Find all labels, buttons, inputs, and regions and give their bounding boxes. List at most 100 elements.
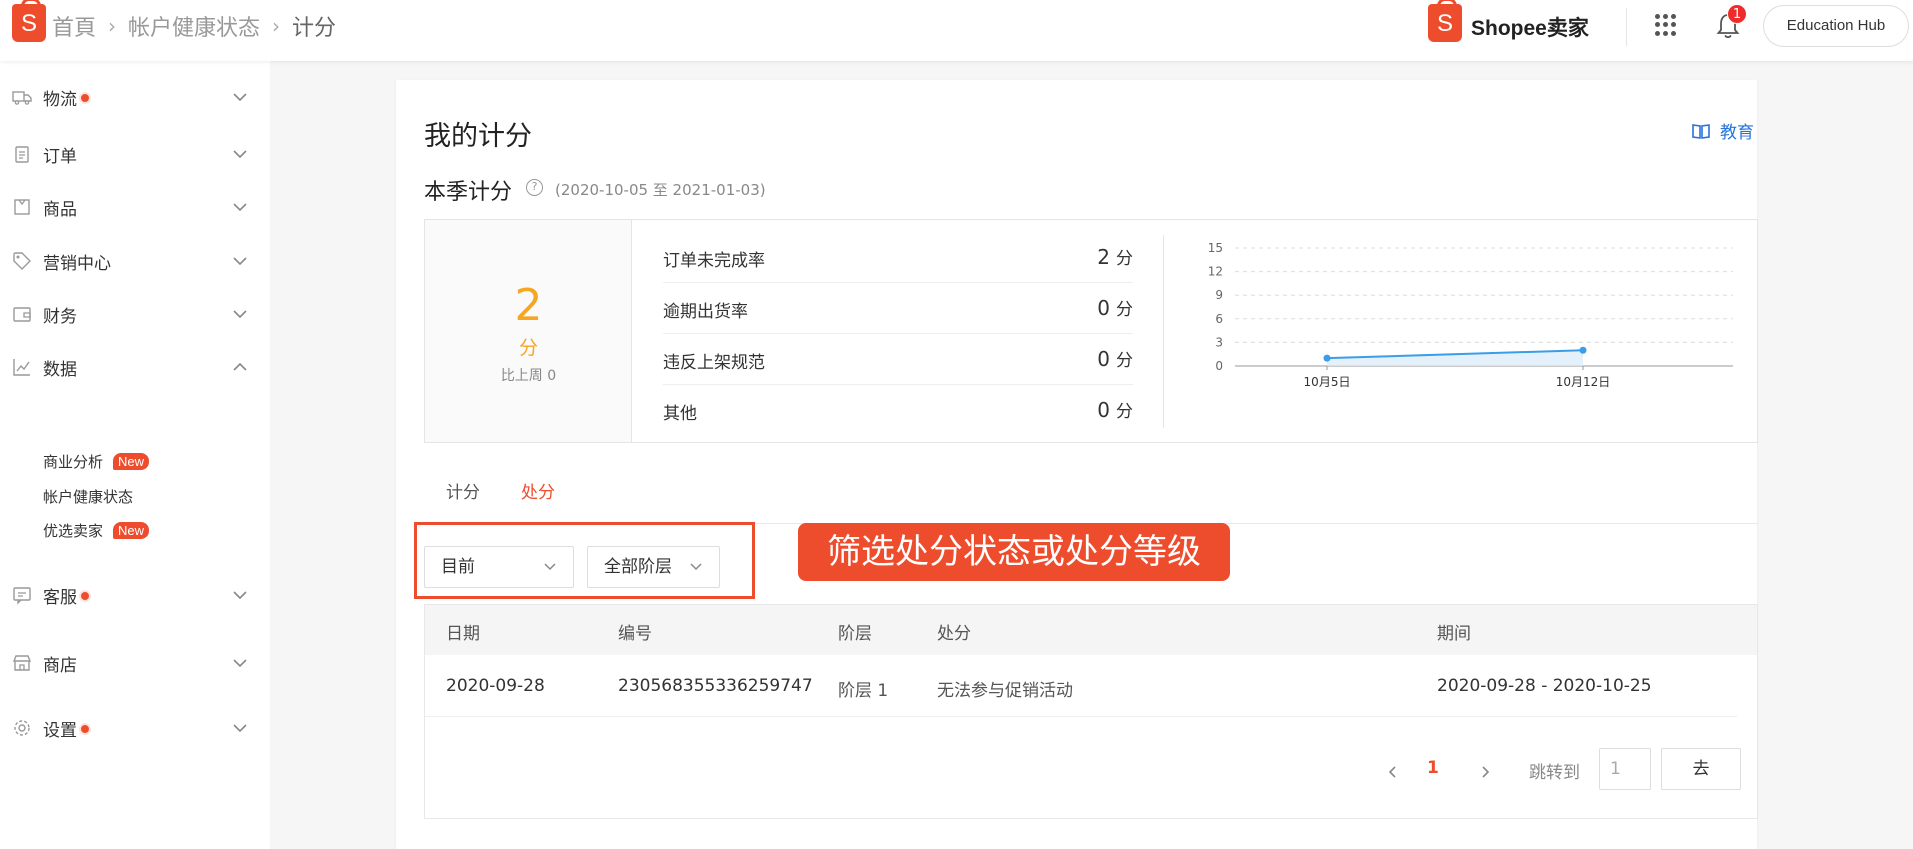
chevron-left-icon[interactable] bbox=[1385, 764, 1401, 780]
go-button[interactable]: 去 bbox=[1661, 748, 1741, 790]
line-chart-icon bbox=[13, 359, 30, 376]
new-badge: New bbox=[113, 453, 150, 470]
score-summary-box: 2 分 比上周 0 订单未完成率 2分 逾期出货率 0分 违反上架规范 0分 其… bbox=[424, 219, 1758, 443]
season-date-range: (2020-10-05 至 2021-01-03) bbox=[555, 181, 766, 199]
top-header: S 首頁 › 帐户健康状态 › 计分 S Shopee卖家 1 Educatio… bbox=[0, 0, 1913, 61]
sidebar-item-label: 物流 bbox=[43, 89, 77, 110]
shopee-logo-icon[interactable]: S bbox=[12, 0, 46, 42]
chevron-down-icon bbox=[233, 93, 247, 102]
metric-label: 其他 bbox=[663, 404, 697, 424]
metric-row: 订单未完成率 2分 bbox=[663, 232, 1133, 283]
column-header-penalty: 处分 bbox=[937, 624, 971, 644]
chart-area-fill bbox=[1327, 350, 1583, 366]
row-divider bbox=[425, 716, 1737, 717]
chevron-down-icon bbox=[233, 150, 247, 159]
book-icon bbox=[1692, 123, 1710, 139]
sidebar-subitem-label: 商业分析 bbox=[43, 453, 104, 471]
red-dot-indicator bbox=[79, 91, 91, 104]
chevron-up-icon bbox=[233, 362, 247, 371]
truck-icon bbox=[12, 91, 32, 105]
total-score-unit: 分 bbox=[518, 337, 538, 359]
chevron-down-icon bbox=[233, 591, 247, 600]
metric-unit: 分 bbox=[1116, 351, 1133, 371]
chevron-right-icon[interactable] bbox=[1477, 764, 1493, 780]
column-header-tier: 阶层 bbox=[838, 624, 872, 644]
brand-name[interactable]: Shopee卖家 bbox=[1471, 12, 1589, 42]
chevron-down-icon bbox=[233, 724, 247, 733]
metric-unit: 分 bbox=[1116, 249, 1133, 269]
metric-row: 其他 0分 bbox=[663, 385, 1133, 436]
sidebar-item-shop[interactable]: 商店 bbox=[0, 645, 270, 681]
metric-row: 违反上架规范 0分 bbox=[663, 334, 1133, 385]
education-link[interactable]: 教育 bbox=[1692, 118, 1754, 143]
table-header: 日期 编号 阶层 处分 期间 bbox=[425, 605, 1757, 655]
metric-unit: 分 bbox=[1116, 300, 1133, 320]
sidebar-subitem-preferred-seller[interactable]: 优选卖家 New bbox=[43, 520, 150, 541]
jump-to-label: 跳转到 bbox=[1529, 763, 1580, 783]
y-tick-label: 0 bbox=[1215, 359, 1223, 373]
metric-value: 0 bbox=[1097, 296, 1110, 320]
metric-label: 订单未完成率 bbox=[663, 251, 765, 271]
y-tick-label: 6 bbox=[1215, 312, 1223, 326]
education-hub-button[interactable]: Education Hub bbox=[1763, 5, 1909, 47]
column-header-date: 日期 bbox=[446, 624, 480, 644]
sidebar-item-products[interactable]: 商品 bbox=[0, 189, 270, 225]
chart-divider bbox=[1163, 235, 1164, 428]
notification-badge: 1 bbox=[1727, 4, 1747, 24]
sidebar-item-logistics[interactable]: 物流 bbox=[0, 79, 270, 115]
sidebar-item-customer-service[interactable]: 客服 bbox=[0, 577, 270, 613]
score-week-comparison: 比上周 0 bbox=[500, 368, 557, 384]
sidebar-item-label: 订单 bbox=[43, 146, 77, 167]
shop-icon bbox=[12, 655, 32, 671]
breadcrumb-current: 计分 bbox=[292, 16, 337, 41]
tab-penalty[interactable]: 处分 bbox=[521, 478, 555, 503]
sidebar-item-settings[interactable]: 设置 bbox=[0, 710, 270, 746]
metric-unit: 分 bbox=[1116, 402, 1133, 422]
table-cell-tier: 阶层 1 bbox=[838, 681, 889, 701]
sidebar-item-marketing[interactable]: 营销中心 bbox=[0, 243, 270, 279]
sidebar-item-label: 营销中心 bbox=[43, 253, 111, 274]
breadcrumb-account-health[interactable]: 帐户健康状态 bbox=[128, 10, 260, 42]
penalty-table: 日期 编号 阶层 处分 期间 2020-09-28 23056835533625… bbox=[424, 604, 1758, 819]
sidebar-subitem-label: 帐户健康状态 bbox=[43, 488, 134, 506]
sidebar-item-label: 财务 bbox=[43, 306, 77, 327]
gear-icon bbox=[14, 720, 30, 736]
y-tick-label: 15 bbox=[1208, 241, 1223, 255]
chevron-down-icon bbox=[233, 659, 247, 668]
metric-row: 逾期出货率 0分 bbox=[663, 283, 1133, 334]
sidebar-item-label: 商店 bbox=[43, 655, 77, 676]
table-cell-date: 2020-09-28 bbox=[446, 676, 545, 696]
tag-icon bbox=[13, 252, 31, 270]
column-header-period: 期间 bbox=[1437, 624, 1471, 644]
sidebar-item-finance[interactable]: 财务 bbox=[0, 296, 270, 332]
metric-value: 2 bbox=[1097, 245, 1110, 269]
y-tick-label: 12 bbox=[1208, 265, 1223, 279]
table-cell-period: 2020-09-28 - 2020-10-25 bbox=[1437, 676, 1652, 696]
status-filter-select[interactable]: 目前 bbox=[424, 546, 574, 588]
sidebar-item-label: 客服 bbox=[43, 587, 77, 608]
x-tick-label: 10月12日 bbox=[1556, 375, 1611, 389]
apps-grid-icon[interactable] bbox=[1655, 14, 1677, 36]
red-dot-indicator bbox=[79, 589, 91, 602]
status-filter-value: 目前 bbox=[441, 557, 475, 577]
jump-page-input[interactable]: 1 bbox=[1599, 748, 1651, 790]
sidebar-item-orders[interactable]: 订单 bbox=[0, 136, 270, 172]
tier-filter-value: 全部阶层 bbox=[604, 557, 672, 577]
data-point bbox=[1323, 354, 1331, 362]
chevron-down-icon bbox=[233, 310, 247, 319]
chevron-down-icon bbox=[690, 563, 702, 571]
table-cell-id: 230568355336259747 bbox=[618, 676, 813, 696]
tier-filter-select[interactable]: 全部阶层 bbox=[587, 546, 720, 588]
clipboard-icon bbox=[15, 146, 29, 163]
chat-icon bbox=[13, 587, 31, 605]
question-help-icon[interactable]: ? bbox=[526, 179, 543, 196]
sidebar-item-data[interactable]: 数据 bbox=[0, 349, 270, 385]
shopee-seller-logo-icon[interactable]: S bbox=[1428, 0, 1462, 42]
breadcrumb-home[interactable]: 首頁 bbox=[52, 10, 96, 42]
current-page-number[interactable]: 1 bbox=[1427, 758, 1439, 778]
tab-score[interactable]: 计分 bbox=[446, 478, 480, 503]
sidebar-subitem-account-health[interactable]: 帐户健康状态 bbox=[43, 486, 133, 507]
metric-label: 逾期出货率 bbox=[663, 302, 748, 322]
page-title: 我的计分 bbox=[424, 121, 532, 152]
sidebar-subitem-business-insights[interactable]: 商业分析 New bbox=[43, 451, 150, 472]
